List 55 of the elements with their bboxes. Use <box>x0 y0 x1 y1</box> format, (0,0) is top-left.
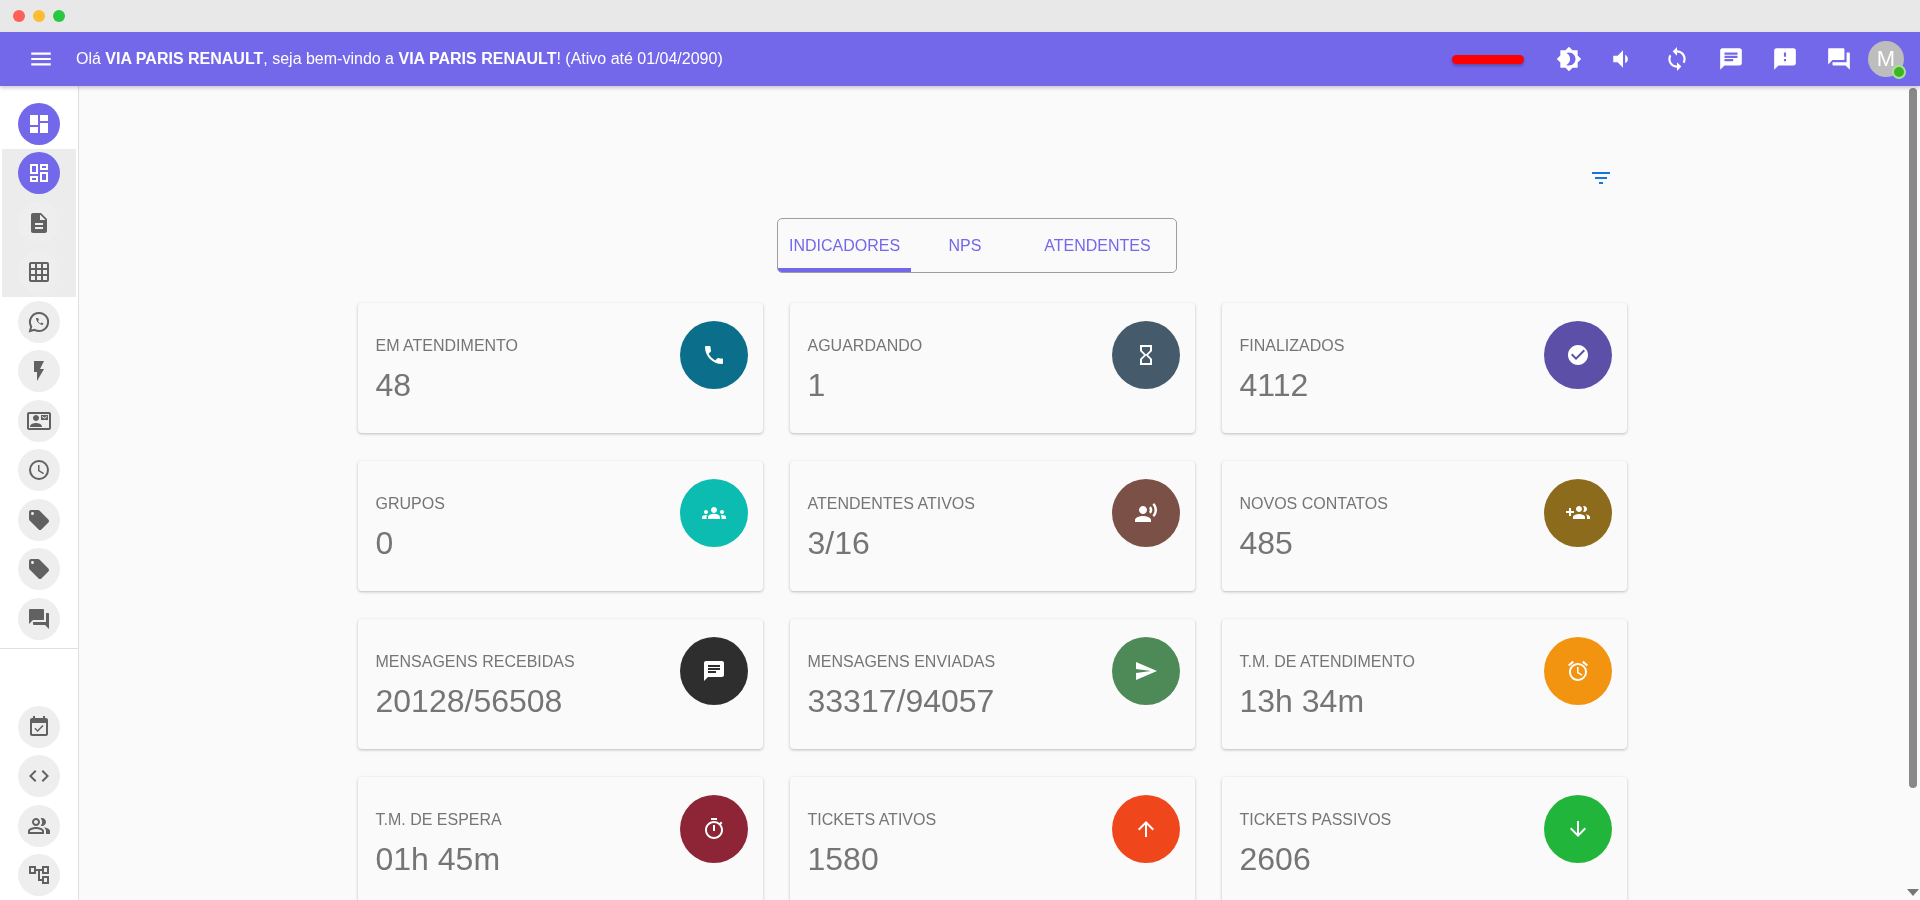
sidebar-item[interactable] <box>18 804 60 847</box>
sidebar-item[interactable] <box>18 152 60 195</box>
sidebar-item[interactable] <box>18 399 60 442</box>
sidebar-item[interactable] <box>18 854 60 897</box>
stat-value: 33317/94057 <box>807 683 996 720</box>
stat-label: MENSAGENS RECEBIDAS <box>375 653 575 671</box>
stat-label: EM ATENDIMENTO <box>375 337 519 355</box>
brightness-icon <box>1556 46 1582 72</box>
stat-value: 01h 45m <box>375 841 502 878</box>
tab[interactable]: NPS <box>911 219 1019 272</box>
stat-label: GRUPOS <box>375 495 445 513</box>
stat-label: AGUARDANDO <box>807 337 923 355</box>
sidebar-item[interactable] <box>18 102 60 145</box>
tag-icon <box>27 507 51 532</box>
tab[interactable]: ATENDENTES <box>1019 219 1176 272</box>
chat-icon <box>1718 46 1744 72</box>
stat-label: T.M. DE ATENDIMENTO <box>1239 653 1415 671</box>
stat-value: 20128/56508 <box>375 683 564 720</box>
chat-bubbles-icon <box>27 606 51 631</box>
sidebar-item[interactable] <box>18 548 60 591</box>
stat-label: TICKETS ATIVOS <box>807 811 937 829</box>
alert-message-icon <box>1772 46 1798 72</box>
sidebar-item[interactable] <box>18 705 60 748</box>
stat-label: T.M. DE ESPERA <box>375 811 502 829</box>
stat-label: ATENDENTES ATIVOS <box>807 495 975 513</box>
sidebar-item[interactable] <box>18 350 60 393</box>
stat-value: 2606 <box>1239 841 1312 878</box>
grid-icon <box>27 260 51 285</box>
stat-value: 0 <box>375 525 395 562</box>
stat-label: MENSAGENS ENVIADAS <box>807 653 996 671</box>
stat-label: FINALIZADOS <box>1239 337 1345 355</box>
chat-bubbles-icon <box>1826 46 1852 72</box>
stat-value: 1580 <box>807 841 880 878</box>
clock-icon <box>27 458 51 483</box>
tag-icon <box>27 557 51 582</box>
stat-value: 13h 34m <box>1239 683 1366 720</box>
stat-label: NOVOS CONTATOS <box>1239 495 1388 513</box>
stat-value: 4112 <box>1239 367 1310 404</box>
sidebar-item[interactable] <box>18 300 60 343</box>
sidebar-item[interactable] <box>18 755 60 798</box>
scrollbar[interactable] <box>1905 86 1920 900</box>
sidebar-item[interactable] <box>18 449 60 492</box>
stat-label: TICKETS PASSIVOS <box>1239 811 1392 829</box>
tab[interactable]: INDICADORES <box>778 219 911 272</box>
stat-value: 485 <box>1239 525 1294 562</box>
close-window-button[interactable] <box>13 10 25 22</box>
stat-value: 3/16 <box>807 525 871 562</box>
status-indicator-bar <box>1452 54 1524 64</box>
welcome-message: Olá VIA PARIS RENAULT, seja bem-vindo a VIA PARIS RENAULT! (Ativo até 01/04/2090) <box>76 50 723 68</box>
chat-bubble-icon <box>27 309 51 334</box>
sidebar-item[interactable] <box>18 597 60 640</box>
sidebar-item[interactable] <box>18 498 60 541</box>
stat-value: 1 <box>807 367 827 404</box>
stat-value: 48 <box>375 367 413 404</box>
calendar-check-icon <box>27 714 51 739</box>
